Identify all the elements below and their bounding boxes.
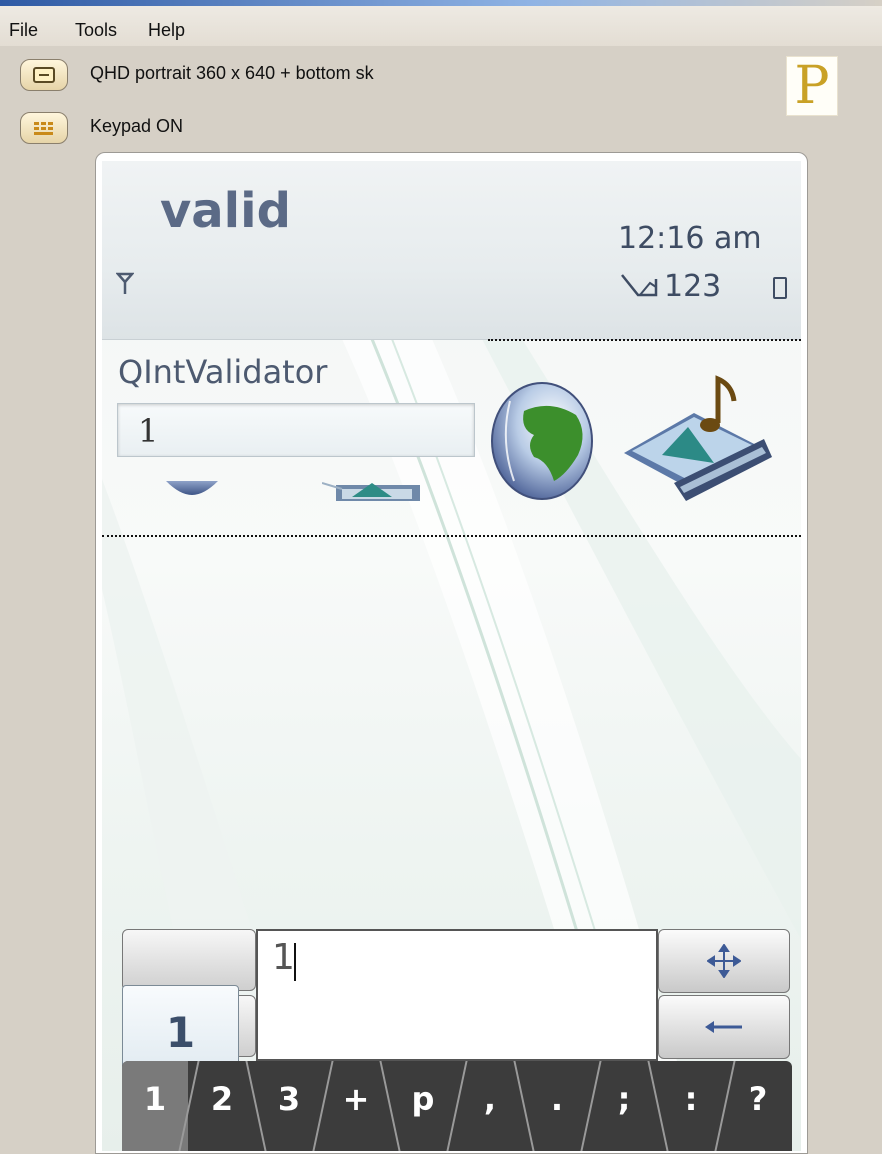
orientation-row: QHD portrait 360 x 640 + bottom sk [0,55,882,95]
key-colon[interactable]: : [658,1061,724,1151]
app-logo: P [786,56,838,116]
clock: 12:16 am [618,221,762,256]
media-thumbnail-icon[interactable] [322,477,422,503]
validator-label: QIntValidator [118,353,328,391]
menu-file[interactable]: File [9,20,38,41]
menu-bar: File Tools Help [0,6,882,46]
key-semicolon[interactable]: ; [591,1061,657,1151]
virtual-keyboard: 1 1 1 2 3 + p , . ;: ? [122,929,792,1151]
move-arrows-icon [707,944,741,978]
move-keyboard-button[interactable] [658,929,790,993]
orientation-button[interactable] [20,59,68,91]
orientation-label: QHD portrait 360 x 640 + bottom sk [90,63,374,83]
text-caret [294,943,296,981]
int-input-field[interactable]: 1 [117,403,475,457]
key-3[interactable]: 3 [256,1061,322,1151]
app-title: valid [160,183,291,239]
vkb-left-top-button[interactable] [122,929,256,991]
divider-bottom [102,535,801,537]
globe-icon[interactable] [490,381,594,501]
music-video-icon[interactable] [614,373,774,509]
backspace-button[interactable] [658,995,790,1059]
vkb-edit-area[interactable]: 1 [256,929,658,1061]
vkb-edit-text: 1 [272,937,295,978]
input-mode-indicator: 123 [664,269,722,304]
keypad-label: Keypad ON [90,116,184,136]
key-question[interactable]: ? [725,1061,791,1151]
battery-icon [773,277,787,299]
keypad-toggle-button[interactable] [20,112,68,144]
int-input-value: 1 [138,412,159,450]
key-1[interactable]: 1 [122,1061,188,1151]
status-bar: valid 12:16 am 123 [102,161,801,340]
key-period[interactable]: . [524,1061,590,1151]
pen-input-icon [621,274,658,297]
divider-top [488,339,801,341]
phone-screen: valid 12:16 am 123 QIntValidator 1 1 1 1… [102,161,801,1151]
key-2[interactable]: 2 [189,1061,255,1151]
numeric-key-row: 1 2 3 + p , . ; : ? [122,1061,792,1151]
keypad-icon [34,122,53,135]
orientation-icon [33,67,55,83]
key-comma[interactable]: , [457,1061,523,1151]
device-frame: valid 12:16 am 123 QIntValidator 1 1 1 1… [95,152,808,1154]
key-plus[interactable]: + [323,1061,389,1151]
menu-tools[interactable]: Tools [75,20,117,41]
signal-antenna-icon [115,271,135,303]
arrow-down-icon[interactable] [164,479,220,497]
keypad-row: Keypad ON [0,108,882,148]
key-p[interactable]: p [390,1061,456,1151]
menu-help[interactable]: Help [148,20,185,41]
backspace-arrow-icon [705,1021,742,1033]
